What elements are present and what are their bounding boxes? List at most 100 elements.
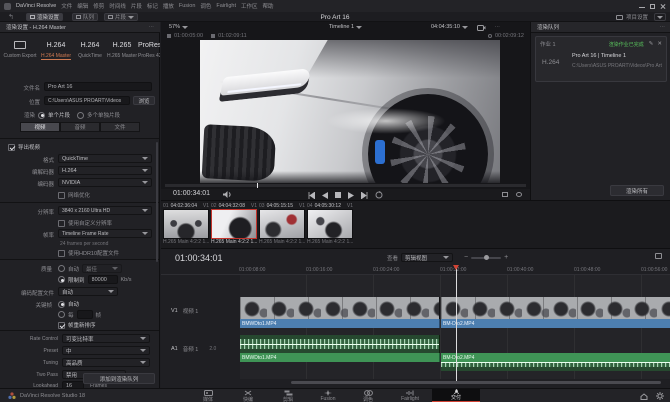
menu-item[interactable]: 标记 (147, 2, 158, 10)
format-select[interactable]: QuickTime (58, 154, 152, 163)
page-deliver-active[interactable]: 交付 (432, 389, 480, 402)
audio-clip-2-name-bar[interactable]: BM-Dto2.MP4 (441, 353, 670, 362)
render-job-card[interactable]: 作业 1 渲染作业已完成 ✎ ✕ H.264 Pro Art 16 | Time… (535, 36, 667, 82)
timeline-playhead[interactable] (456, 265, 457, 381)
keyframes-every-radio[interactable] (58, 311, 65, 318)
timeline-options-icon[interactable] (655, 253, 662, 259)
tab-audio[interactable]: 音频 (60, 122, 100, 132)
project-settings-gear-icon[interactable] (656, 392, 664, 400)
clip-thumb[interactable]: 0304:05:15:15V1 H.265 Main 4:2:2 1... (259, 203, 305, 245)
menu-item[interactable]: 文件 (61, 2, 72, 10)
slider-handle[interactable] (484, 255, 489, 260)
menu-item[interactable]: 帮助 (262, 2, 273, 10)
filename-input[interactable]: Pro Art 16 (44, 82, 152, 91)
menu-item[interactable]: 片段 (131, 2, 142, 10)
video-clip-2[interactable] (441, 297, 670, 319)
rate-control-select[interactable]: 可变比特率 (62, 334, 150, 343)
project-manager-home-icon[interactable] (640, 393, 648, 400)
page-color[interactable]: 调色 (348, 390, 388, 402)
camera-icon[interactable] (477, 24, 486, 31)
page-fusion[interactable]: Fusion (308, 390, 348, 402)
menu-item[interactable]: Fusion (179, 3, 196, 9)
timeline-zoom-slider[interactable] (471, 257, 501, 259)
skip-end-icon[interactable] (361, 192, 368, 199)
view-select[interactable]: 剪辑视图 (401, 253, 453, 262)
clip-thumb-selected[interactable]: 0204:04:32:08V1 H.265 Main 4:2:2 1... (211, 203, 257, 245)
render-all-button[interactable]: 渲染所有 (610, 185, 664, 196)
resolution-select[interactable]: 3840 x 2160 Ultra HD (58, 206, 152, 215)
tab-video[interactable]: 视频 (20, 122, 60, 132)
play-reverse-icon[interactable] (322, 192, 328, 199)
menu-item[interactable]: 编辑 (77, 2, 88, 10)
timeline-ruler[interactable]: 01:00:08:00 01:00:16:00 01:00:24:00 01:0… (161, 265, 670, 275)
audio-clip-1-name-bar[interactable]: BMWDto1.MP4 (240, 353, 440, 362)
tab-file[interactable]: 文件 (100, 122, 140, 132)
hdr-profile-checkbox[interactable] (58, 250, 65, 257)
options-dots-icon[interactable]: ··· (149, 24, 155, 30)
panel-scrollbar[interactable] (156, 142, 158, 262)
queue-options-dots-icon[interactable]: ··· (660, 24, 666, 30)
keyframes-auto-radio[interactable] (58, 301, 65, 308)
zoom-out-icon[interactable]: − (464, 254, 468, 261)
export-video-checkbox[interactable] (8, 144, 15, 151)
custom-resolution-checkbox[interactable] (58, 220, 65, 227)
video-clip-2-name-bar[interactable]: BM-Dto2.MP4 (441, 319, 670, 328)
preset-quicktime[interactable]: H.264 QuickTime (74, 38, 106, 59)
scrub-playhead[interactable] (257, 183, 258, 188)
bitrate-input[interactable] (88, 275, 118, 284)
add-to-render-queue-button[interactable]: 添加到渲染队列 (83, 373, 155, 384)
playhead-marker-icon[interactable] (453, 265, 459, 270)
menu-item[interactable]: 工作区 (241, 2, 258, 10)
remove-job-icon[interactable]: ✕ (657, 41, 662, 47)
encoder-select[interactable]: NVIDIA (58, 178, 152, 187)
quality-restrict-radio[interactable] (58, 276, 65, 283)
menu-item[interactable]: 修剪 (93, 2, 104, 10)
video-track-header[interactable]: V1视频 1 (171, 307, 198, 315)
network-optimization-checkbox[interactable] (58, 192, 65, 199)
edit-job-pencil-icon[interactable]: ✎ (649, 41, 654, 47)
project-settings-button[interactable]: 项目设置 (616, 13, 648, 21)
audio-track-header[interactable]: A1音频 1 2.0 (171, 345, 216, 353)
page-media[interactable]: 媒体 (188, 390, 228, 402)
window-minimize-icon[interactable] (639, 7, 645, 8)
frame-reordering-checkbox[interactable] (58, 322, 65, 329)
framerate-select[interactable]: Timeline Frame Rate (58, 229, 152, 238)
viewer-end-timecode[interactable]: 04:04:35:10 (431, 24, 468, 30)
viewer-options-dots-icon[interactable]: ··· (495, 24, 501, 30)
preset-custom-export[interactable]: Custom Export (2, 38, 38, 59)
window-maximize-icon[interactable] (650, 4, 655, 9)
match-frame-icon[interactable] (502, 192, 508, 197)
video-clip-1-name-bar[interactable]: BMWDto1.MP4 (240, 319, 440, 328)
menu-item[interactable]: 播放 (163, 2, 174, 10)
encoding-profile-select[interactable]: 自动 (58, 287, 118, 296)
video-clip-1[interactable] (240, 297, 440, 319)
menu-item[interactable]: 时间线 (109, 2, 126, 10)
video-frame[interactable] (200, 40, 500, 183)
keyframes-interval-input[interactable] (77, 310, 93, 319)
menu-item[interactable]: Fairlight (216, 3, 236, 9)
zoom-in-icon[interactable]: + (504, 254, 508, 261)
nvenc-preset-select[interactable]: 中 (62, 346, 150, 355)
preset-prores[interactable]: ProRes ProRes 422 (138, 38, 160, 59)
window-close-icon[interactable] (660, 3, 666, 9)
collapse-ui-button[interactable] (654, 13, 666, 21)
grab-still-icon[interactable] (516, 192, 522, 197)
preset-h264-master[interactable]: H.264 H.264 Master (40, 38, 72, 60)
radio-single-clip[interactable] (38, 112, 45, 119)
preset-h265-master[interactable]: H.265 H.265 Master (106, 38, 138, 59)
timeline-h-scrollbar[interactable] (291, 381, 661, 384)
page-cut[interactable]: 快编 (228, 390, 268, 402)
browse-button[interactable]: 浏览 (133, 96, 155, 105)
clip-thumb[interactable]: 0404:05:30:12V1 H.265 Main 4:2:2 1... (307, 203, 353, 245)
skip-start-icon[interactable] (308, 192, 315, 199)
quality-auto-radio[interactable] (58, 265, 65, 272)
menu-item[interactable]: 调色 (200, 2, 211, 10)
quality-auto-select[interactable]: 最佳 (82, 264, 122, 273)
play-icon[interactable] (348, 192, 354, 199)
page-edit[interactable]: 剪辑 (268, 390, 308, 402)
clip-thumb[interactable]: 0104:02:36:04V1 H.265 Main 4:2:2 1... (163, 203, 209, 245)
timeline-selector[interactable]: Timeline 1 (161, 24, 530, 30)
location-input[interactable]: C:\Users\ASUS PROART\Videos (44, 96, 130, 105)
tuning-select[interactable]: 高品质 (62, 358, 150, 367)
radio-individual-clips[interactable] (77, 112, 84, 119)
